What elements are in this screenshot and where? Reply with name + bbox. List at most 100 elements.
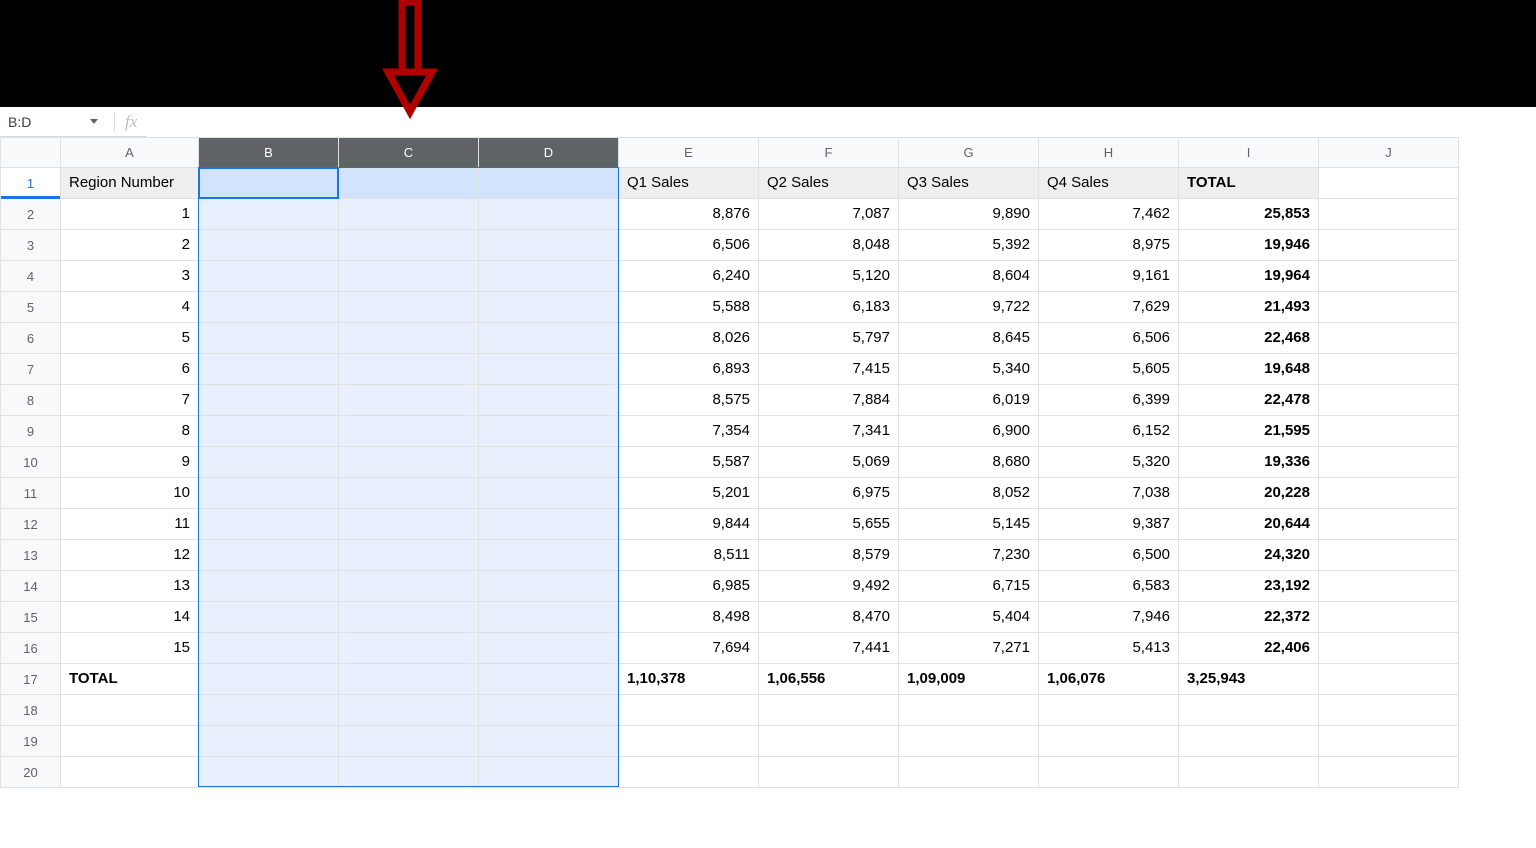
cell-C9[interactable] [339,416,479,447]
cell-I16[interactable]: 22,406 [1179,633,1319,664]
cell-J16[interactable] [1319,633,1459,664]
cell-G16[interactable]: 7,271 [899,633,1039,664]
cell-J2[interactable] [1319,199,1459,230]
cell-C10[interactable] [339,447,479,478]
cell-E6[interactable]: 8,026 [619,323,759,354]
cell-E10[interactable]: 5,587 [619,447,759,478]
cell-C15[interactable] [339,602,479,633]
cell-H8[interactable]: 6,399 [1039,385,1179,416]
cell-I20[interactable] [1179,757,1319,788]
cell-D6[interactable] [479,323,619,354]
cell-B18[interactable] [199,695,339,726]
cell-A12[interactable]: 11 [61,509,199,540]
cell-I14[interactable]: 23,192 [1179,571,1319,602]
column-header-G[interactable]: G [899,138,1039,168]
cell-A4[interactable]: 3 [61,261,199,292]
cell-E14[interactable]: 6,985 [619,571,759,602]
cell-B8[interactable] [199,385,339,416]
column-header-I[interactable]: I [1179,138,1319,168]
row-header-6[interactable]: 6 [1,323,61,354]
cell-I3[interactable]: 19,946 [1179,230,1319,261]
cell-F7[interactable]: 7,415 [759,354,899,385]
cell-H5[interactable]: 7,629 [1039,292,1179,323]
cell-A16[interactable]: 15 [61,633,199,664]
cell-B19[interactable] [199,726,339,757]
column-header-F[interactable]: F [759,138,899,168]
cell-J15[interactable] [1319,602,1459,633]
cell-C1[interactable] [339,168,479,199]
cell-A14[interactable]: 13 [61,571,199,602]
name-box-dropdown-icon[interactable] [90,119,98,124]
cell-B12[interactable] [199,509,339,540]
cell-D11[interactable] [479,478,619,509]
cell-C7[interactable] [339,354,479,385]
cell-A7[interactable]: 6 [61,354,199,385]
cell-F3[interactable]: 8,048 [759,230,899,261]
cell-E9[interactable]: 7,354 [619,416,759,447]
column-header-B[interactable]: B [199,138,339,168]
cell-F17[interactable]: 1,06,556 [759,664,899,695]
cell-D7[interactable] [479,354,619,385]
cell-F2[interactable]: 7,087 [759,199,899,230]
cell-F1[interactable]: Q2 Sales [759,168,899,199]
cell-B20[interactable] [199,757,339,788]
cell-D13[interactable] [479,540,619,571]
cell-H3[interactable]: 8,975 [1039,230,1179,261]
cell-B17[interactable] [199,664,339,695]
cell-E15[interactable]: 8,498 [619,602,759,633]
cell-D4[interactable] [479,261,619,292]
cell-E2[interactable]: 8,876 [619,199,759,230]
cell-I11[interactable]: 20,228 [1179,478,1319,509]
cell-A1[interactable]: Region Number [61,168,199,199]
cell-B2[interactable] [199,199,339,230]
cell-G2[interactable]: 9,890 [899,199,1039,230]
cell-D19[interactable] [479,726,619,757]
cell-H20[interactable] [1039,757,1179,788]
cell-D20[interactable] [479,757,619,788]
cell-F10[interactable]: 5,069 [759,447,899,478]
cell-F6[interactable]: 5,797 [759,323,899,354]
row-header-3[interactable]: 3 [1,230,61,261]
cell-D15[interactable] [479,602,619,633]
row-header-9[interactable]: 9 [1,416,61,447]
cell-D14[interactable] [479,571,619,602]
cell-H15[interactable]: 7,946 [1039,602,1179,633]
row-header-13[interactable]: 13 [1,540,61,571]
cell-C13[interactable] [339,540,479,571]
cell-D10[interactable] [479,447,619,478]
cell-J12[interactable] [1319,509,1459,540]
cell-G17[interactable]: 1,09,009 [899,664,1039,695]
cell-C8[interactable] [339,385,479,416]
cell-A11[interactable]: 10 [61,478,199,509]
cell-H10[interactable]: 5,320 [1039,447,1179,478]
cell-J20[interactable] [1319,757,1459,788]
cell-B5[interactable] [199,292,339,323]
cell-B9[interactable] [199,416,339,447]
cell-D2[interactable] [479,199,619,230]
row-header-18[interactable]: 18 [1,695,61,726]
cell-B6[interactable] [199,323,339,354]
cell-D5[interactable] [479,292,619,323]
cell-F11[interactable]: 6,975 [759,478,899,509]
cell-I17[interactable]: 3,25,943 [1179,664,1319,695]
column-header-H[interactable]: H [1039,138,1179,168]
cell-B1[interactable] [199,168,339,199]
cell-G6[interactable]: 8,645 [899,323,1039,354]
cell-H16[interactable]: 5,413 [1039,633,1179,664]
cell-A5[interactable]: 4 [61,292,199,323]
cell-D9[interactable] [479,416,619,447]
cell-C16[interactable] [339,633,479,664]
cell-E8[interactable]: 8,575 [619,385,759,416]
cell-A13[interactable]: 12 [61,540,199,571]
cell-G18[interactable] [899,695,1039,726]
cell-D8[interactable] [479,385,619,416]
cell-C17[interactable] [339,664,479,695]
cell-G10[interactable]: 8,680 [899,447,1039,478]
cell-I4[interactable]: 19,964 [1179,261,1319,292]
cell-I15[interactable]: 22,372 [1179,602,1319,633]
cell-J19[interactable] [1319,726,1459,757]
cell-H6[interactable]: 6,506 [1039,323,1179,354]
column-header-E[interactable]: E [619,138,759,168]
cell-F9[interactable]: 7,341 [759,416,899,447]
row-header-2[interactable]: 2 [1,199,61,230]
